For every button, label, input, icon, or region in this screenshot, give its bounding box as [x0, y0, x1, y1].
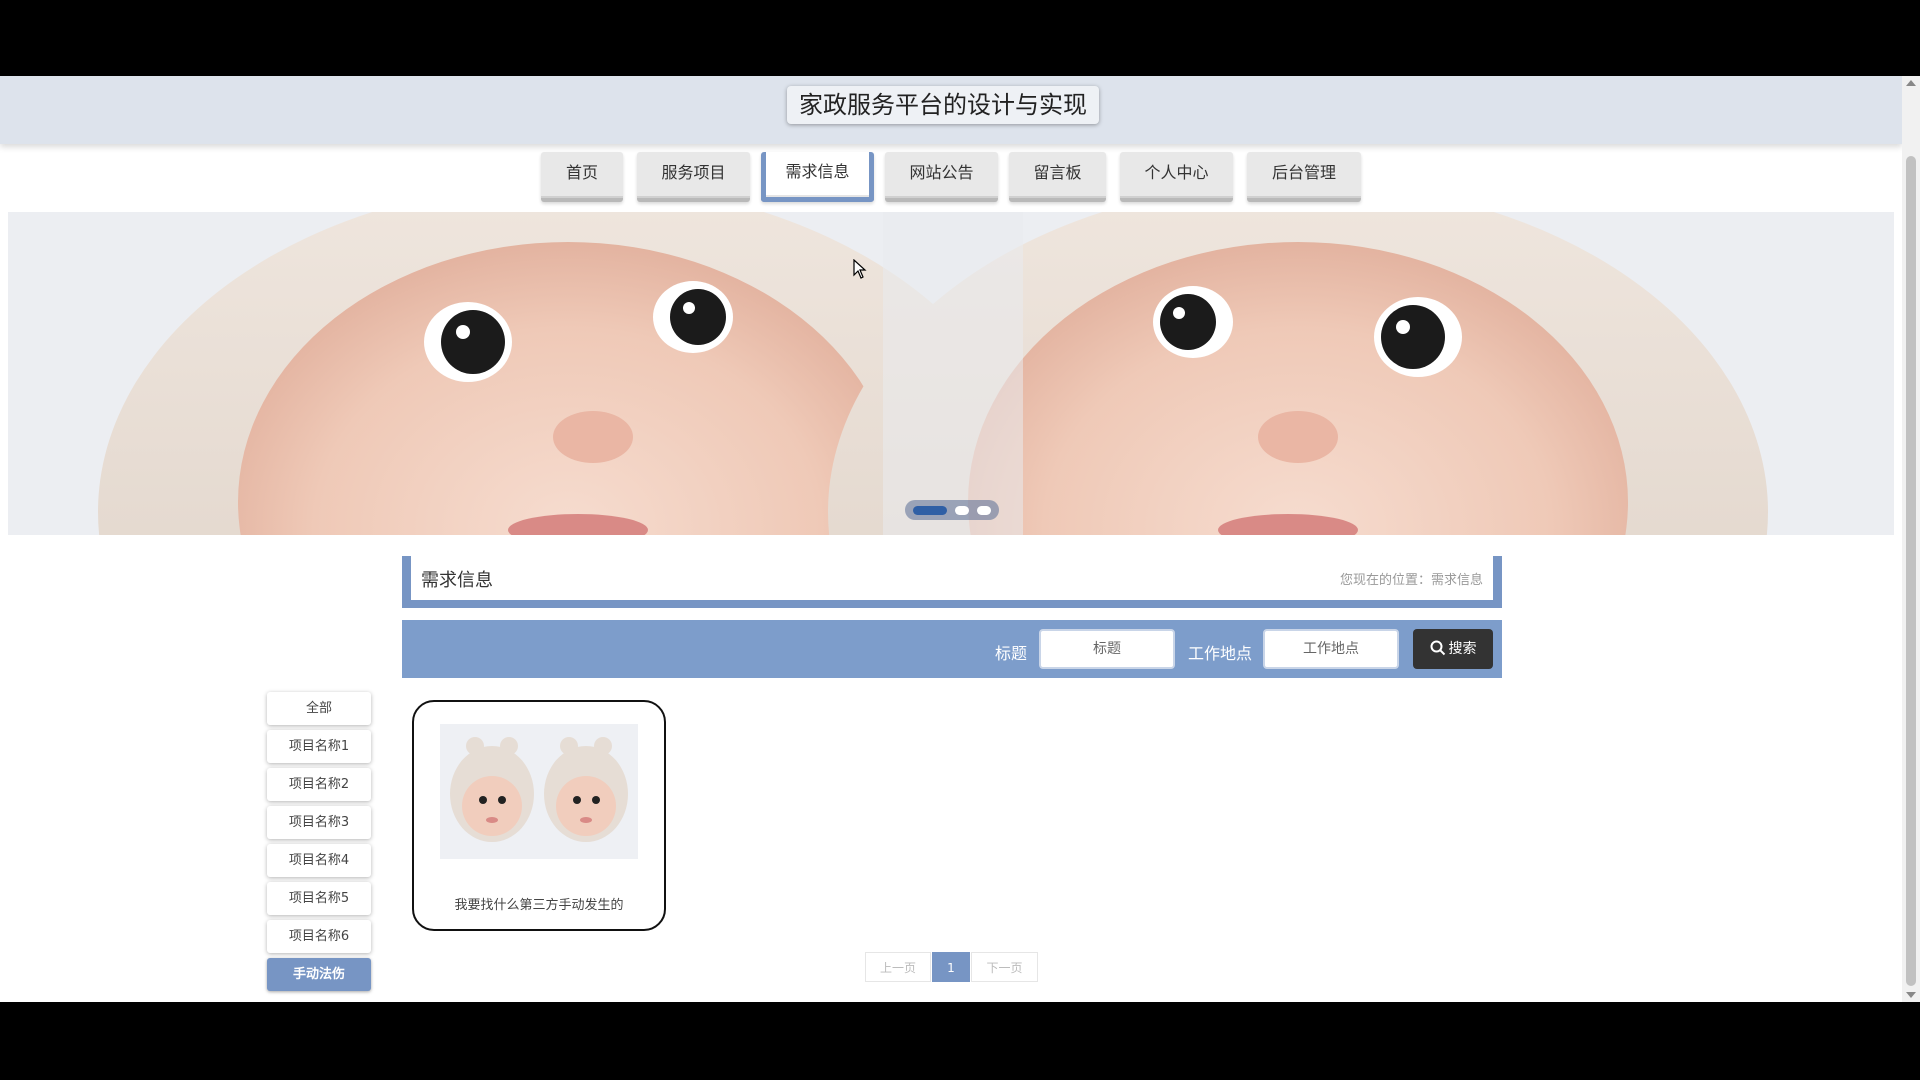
- nav-item-messages[interactable]: 留言板: [1009, 152, 1106, 202]
- search-icon: [1430, 640, 1445, 656]
- category-item-7[interactable]: 手动法伤: [267, 958, 371, 991]
- carousel-indicators: [905, 500, 999, 520]
- category-item-5[interactable]: 项目名称5: [267, 882, 371, 915]
- breadcrumb: 您现在的位置：需求信息: [1339, 573, 1483, 588]
- category-item-1[interactable]: 项目名称1: [267, 730, 371, 763]
- banner-image: [8, 212, 1894, 535]
- banner-carousel[interactable]: [8, 212, 1894, 535]
- title-search-input[interactable]: [1039, 629, 1175, 669]
- nav-item-notices[interactable]: 网站公告: [885, 152, 998, 202]
- category-item-2[interactable]: 项目名称2: [267, 768, 371, 801]
- scroll-up-icon[interactable]: [1906, 80, 1916, 86]
- section-header: 需求信息 您现在的位置：需求信息: [402, 556, 1502, 608]
- main-nav: 首页 服务项目 需求信息 网站公告 留言板 个人中心 后台管理: [0, 152, 1902, 204]
- location-search-label: 工作地点: [1188, 644, 1253, 663]
- title-search-label: 标题: [995, 644, 1028, 663]
- scrollbar-thumb[interactable]: [1906, 156, 1916, 986]
- demand-card-image: [440, 724, 638, 859]
- category-item-all[interactable]: 全部: [267, 692, 371, 725]
- demand-card-title: 我要找什么第三方手动发生的: [454, 898, 624, 913]
- nav-item-home[interactable]: 首页: [541, 152, 623, 202]
- category-item-3[interactable]: 项目名称3: [267, 806, 371, 839]
- demand-card[interactable]: 我要找什么第三方手动发生的: [412, 700, 666, 931]
- section-title: 需求信息: [421, 570, 493, 591]
- prev-page-button[interactable]: 上一页: [865, 952, 931, 982]
- carousel-dot-2[interactable]: [955, 506, 969, 515]
- nav-item-demands[interactable]: 需求信息: [761, 152, 874, 202]
- category-item-6[interactable]: 项目名称6: [267, 920, 371, 953]
- vertical-scrollbar[interactable]: [1902, 76, 1920, 1002]
- search-button-label: 搜索: [1448, 641, 1477, 657]
- next-page-button[interactable]: 下一页: [971, 952, 1038, 982]
- search-button[interactable]: 搜索: [1413, 629, 1493, 669]
- scroll-down-icon[interactable]: [1906, 992, 1916, 998]
- site-title: 家政服务平台的设计与实现: [787, 86, 1099, 124]
- carousel-dot-1[interactable]: [913, 506, 947, 515]
- category-item-4[interactable]: 项目名称4: [267, 844, 371, 877]
- nav-item-profile[interactable]: 个人中心: [1120, 152, 1233, 202]
- carousel-dot-3[interactable]: [977, 506, 991, 515]
- site-header: 家政服务平台的设计与实现: [0, 76, 1902, 144]
- location-search-input[interactable]: [1263, 629, 1399, 669]
- nav-item-admin[interactable]: 后台管理: [1247, 152, 1361, 202]
- search-bar: 标题 工作地点 搜索: [402, 620, 1502, 678]
- browser-viewport: 家政服务平台的设计与实现 首页 服务项目 需求信息 网站公告 留言板 个人中心 …: [0, 76, 1920, 1002]
- page-1-button[interactable]: 1: [932, 952, 970, 982]
- nav-item-services[interactable]: 服务项目: [637, 152, 750, 202]
